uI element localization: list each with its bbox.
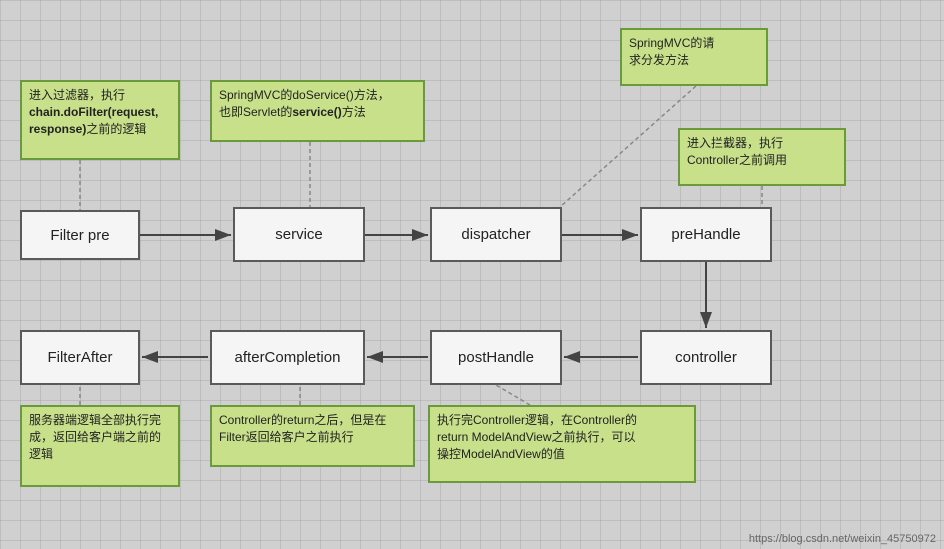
annotation-posthandle: 执行完Controller逻辑，在Controller的return Model… bbox=[428, 405, 696, 483]
annotation-service: SpringMVC的doService()方法，也即Servlet的servic… bbox=[210, 80, 425, 142]
watermark: https://blog.csdn.net/weixin_45750972 bbox=[749, 533, 936, 545]
diagram-canvas: 进入过滤器，执行chain.doFilter(request,response)… bbox=[0, 0, 944, 549]
node-controller: controller bbox=[640, 330, 772, 385]
annotation-aftercompletion: Controller的return之后，但是在Filter返回给客户之前执行 bbox=[210, 405, 415, 467]
node-aftercompletion: afterCompletion bbox=[210, 330, 365, 385]
annotation-filterafter: 服务器端逻辑全部执行完成，返回给客户端之前的逻辑 bbox=[20, 405, 180, 487]
annotation-filter-pre: 进入过滤器，执行chain.doFilter(request,response)… bbox=[20, 80, 180, 160]
node-dispatcher: dispatcher bbox=[430, 207, 562, 262]
node-prehandle: preHandle bbox=[640, 207, 772, 262]
node-filterafter: FilterAfter bbox=[20, 330, 140, 385]
node-posthandle: postHandle bbox=[430, 330, 562, 385]
node-filter-pre: Filter pre bbox=[20, 210, 140, 260]
annotation-dispatcher: SpringMVC的请求分发方法 bbox=[620, 28, 768, 86]
node-service: service bbox=[233, 207, 365, 262]
annotation-prehandle: 进入拦截器，执行Controller之前调用 bbox=[678, 128, 846, 186]
